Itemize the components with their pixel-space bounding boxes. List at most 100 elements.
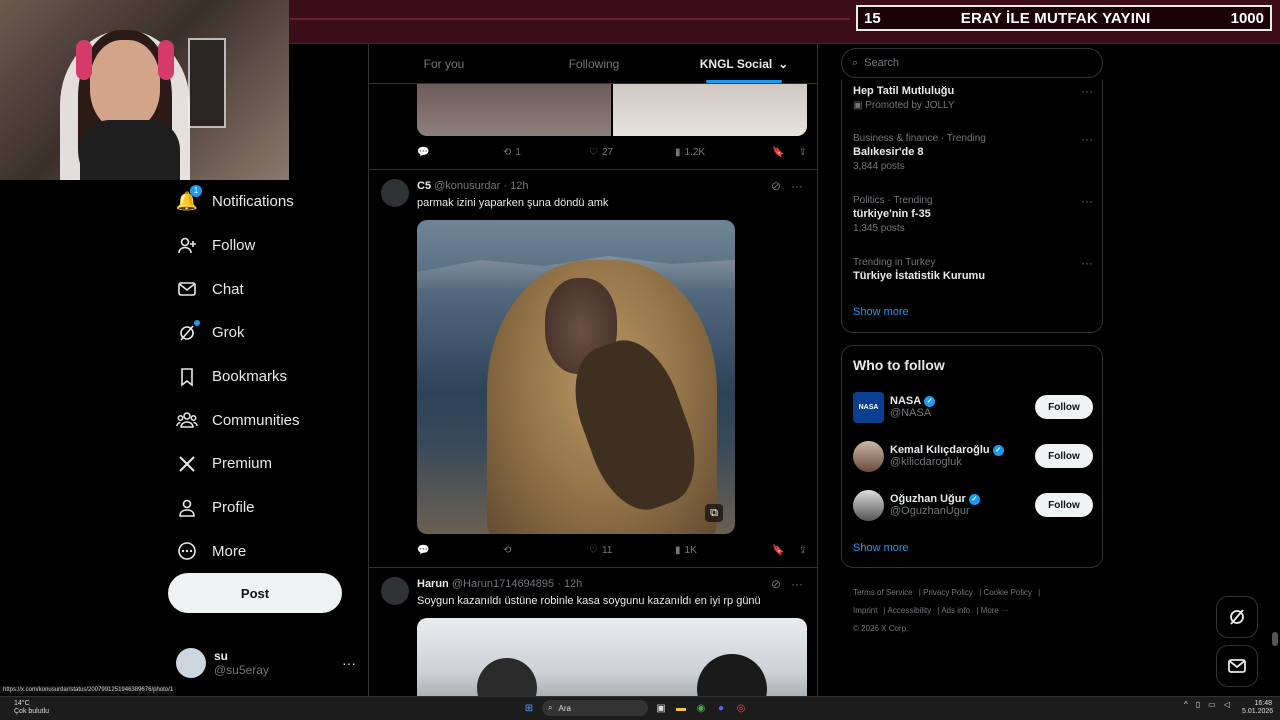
tweet-actions: 💬 ⟲ ♡ 11 ▮ 1K 🔖 ⇪ [417,541,807,559]
chevron-down-icon: ⌄ [778,56,789,71]
grok-icon[interactable]: ⊘ [771,577,781,591]
repost-icon: ⟲ [503,544,512,556]
views-button[interactable]: ▮ 1K [675,545,769,556]
page-scrollbar[interactable] [1272,44,1278,696]
tweet-time[interactable]: · 12h [557,578,582,590]
more-dots-icon[interactable]: ··· [1081,256,1093,270]
account-switcher[interactable]: su @su5eray ··· [176,646,356,680]
more-dots-icon[interactable]: ··· [1081,194,1093,208]
tweet-image[interactable] [417,618,807,696]
tweet-time[interactable]: · 12h [503,180,528,192]
post-button[interactable]: Post [168,573,342,613]
trend-item[interactable]: Business & finance · Trending Balıkesir'… [853,132,1093,173]
grok-icon[interactable]: ⊘ [771,179,781,193]
repost-button[interactable]: ⟲ 1 [503,147,589,158]
reply-button[interactable]: 💬 [417,147,503,158]
follow-button[interactable]: Follow [1035,395,1093,419]
previous-tweet-media[interactable] [417,84,807,136]
nav-follow[interactable]: Follow [176,224,366,268]
footer-link[interactable]: Terms of Service [853,588,913,597]
nav-communities[interactable]: Communities [176,398,366,442]
windows-start-icon[interactable]: ⊞ [522,701,536,715]
tab-following[interactable]: Following [519,44,669,83]
nav-notifications[interactable]: 🔔 1 Notifications [176,180,366,224]
avatar[interactable] [381,577,409,605]
scrollbar-thumb[interactable] [1272,632,1278,646]
share-icon[interactable]: ⇪ [799,147,807,158]
footer-link[interactable]: Imprint [853,606,877,615]
image-edit-icon[interactable]: ⧉ [705,504,723,522]
chart-icon: ▮ [675,146,681,158]
follow-suggestion[interactable]: Oğuzhan Uğur ✓ @OguzhanUgur Follow [853,487,1093,523]
follow-button[interactable]: Follow [1035,493,1093,517]
footer-link[interactable]: Cookie Policy [983,588,1031,597]
footer-link[interactable]: Ads info [941,606,970,615]
more-dots-icon[interactable]: ··· [791,179,803,193]
footer-link[interactable]: More ··· [981,606,1009,615]
tab-for-you[interactable]: For you [369,44,519,83]
footer-link[interactable]: Privacy Policy [923,588,973,597]
notification-badge: 1 [190,184,202,197]
author-handle[interactable]: @konusurdar [434,180,500,192]
follow-suggestion[interactable]: NASA NASA ✓ @NASA Follow [853,389,1093,425]
bookmark-icon[interactable]: 🔖 [772,147,784,158]
repost-count: 1 [515,146,521,158]
chevron-up-icon[interactable]: ^ [1184,700,1188,709]
more-dots-icon[interactable]: ··· [1081,84,1093,98]
avatar [853,489,884,521]
tweet-image[interactable]: ⧉ [417,220,735,534]
author-name[interactable]: Harun [417,578,449,590]
more-dots-icon[interactable]: ··· [791,577,803,591]
grok-fab-button[interactable] [1216,596,1258,638]
trend-posts: Promoted by JOLLY [865,100,955,111]
task-view-icon[interactable]: ▣ [654,701,668,715]
repost-icon: ⟲ [503,146,512,158]
like-button[interactable]: ♡ 11 [589,545,675,556]
nav-bookmarks[interactable]: Bookmarks [176,355,366,399]
author-name[interactable]: C5 [417,180,431,192]
trend-item[interactable]: Trending in Turkey Türkiye İstatistik Ku… [853,256,1093,284]
author-handle[interactable]: @Harun1714694895 [452,578,554,590]
nav-more[interactable]: More [176,530,366,574]
trend-item[interactable]: Politics · Trending türkiye'nin f-35 1,3… [853,194,1093,235]
who-to-follow-show-more-link[interactable]: Show more [853,542,909,554]
weather-widget[interactable]: 14°C Çok bulutlu [14,700,49,716]
user-handle: @kilicdarogluk [890,456,962,468]
divider [369,169,817,170]
file-explorer-icon[interactable]: ▬ [674,701,688,715]
system-clock[interactable]: 16:48 5.01.2026 [1242,700,1273,716]
footer-link[interactable]: Accessibility [888,606,932,615]
mic-icon[interactable]: ▯ [1196,700,1200,709]
messages-fab-button[interactable] [1216,645,1258,687]
reply-button[interactable]: 💬 [417,545,503,556]
trends-show-more-link[interactable]: Show more [853,306,909,318]
avatar[interactable] [381,179,409,207]
nav-profile[interactable]: Profile [176,486,366,530]
views-button[interactable]: ▮ 1.2K [675,147,769,158]
network-icon[interactable]: ▭ [1208,700,1216,709]
discord-icon[interactable]: ● [714,701,728,715]
repost-button[interactable]: ⟲ [503,545,589,556]
taskbar-search-label: Ara [558,703,571,713]
follow-button[interactable]: Follow [1035,444,1093,468]
trend-posts: 3,844 posts [853,161,905,172]
like-button[interactable]: ♡ 27 [589,147,675,158]
nav-premium[interactable]: Premium [176,442,366,486]
search-box[interactable]: ⌕ [841,48,1103,78]
trend-item[interactable]: Hep Tatil Mutluluğu ▣ Promoted by JOLLY … [853,84,1093,112]
nav-chat[interactable]: Chat [176,267,366,311]
volume-icon[interactable]: ◁ [1224,700,1230,709]
follow-suggestion[interactable]: Kemal Kılıçdaroğlu ✓ @kilicdarogluk Follo… [853,438,1093,474]
wall-picture-frame [188,38,226,128]
streamer-face [90,40,160,130]
more-dots-icon[interactable]: ··· [1081,132,1093,146]
obs-icon[interactable]: ◎ [734,701,748,715]
nav-grok[interactable]: Grok [176,311,366,355]
search-input[interactable] [864,57,1065,69]
chrome-icon[interactable]: ◉ [694,701,708,715]
bookmark-icon[interactable]: 🔖 [772,545,784,556]
more-dots-icon[interactable]: ··· [342,655,356,671]
tab-kngl-social[interactable]: KNGL Social ⌄ [669,44,817,83]
share-icon[interactable]: ⇪ [799,545,807,556]
taskbar-search[interactable]: ⌕ Ara [542,700,648,716]
